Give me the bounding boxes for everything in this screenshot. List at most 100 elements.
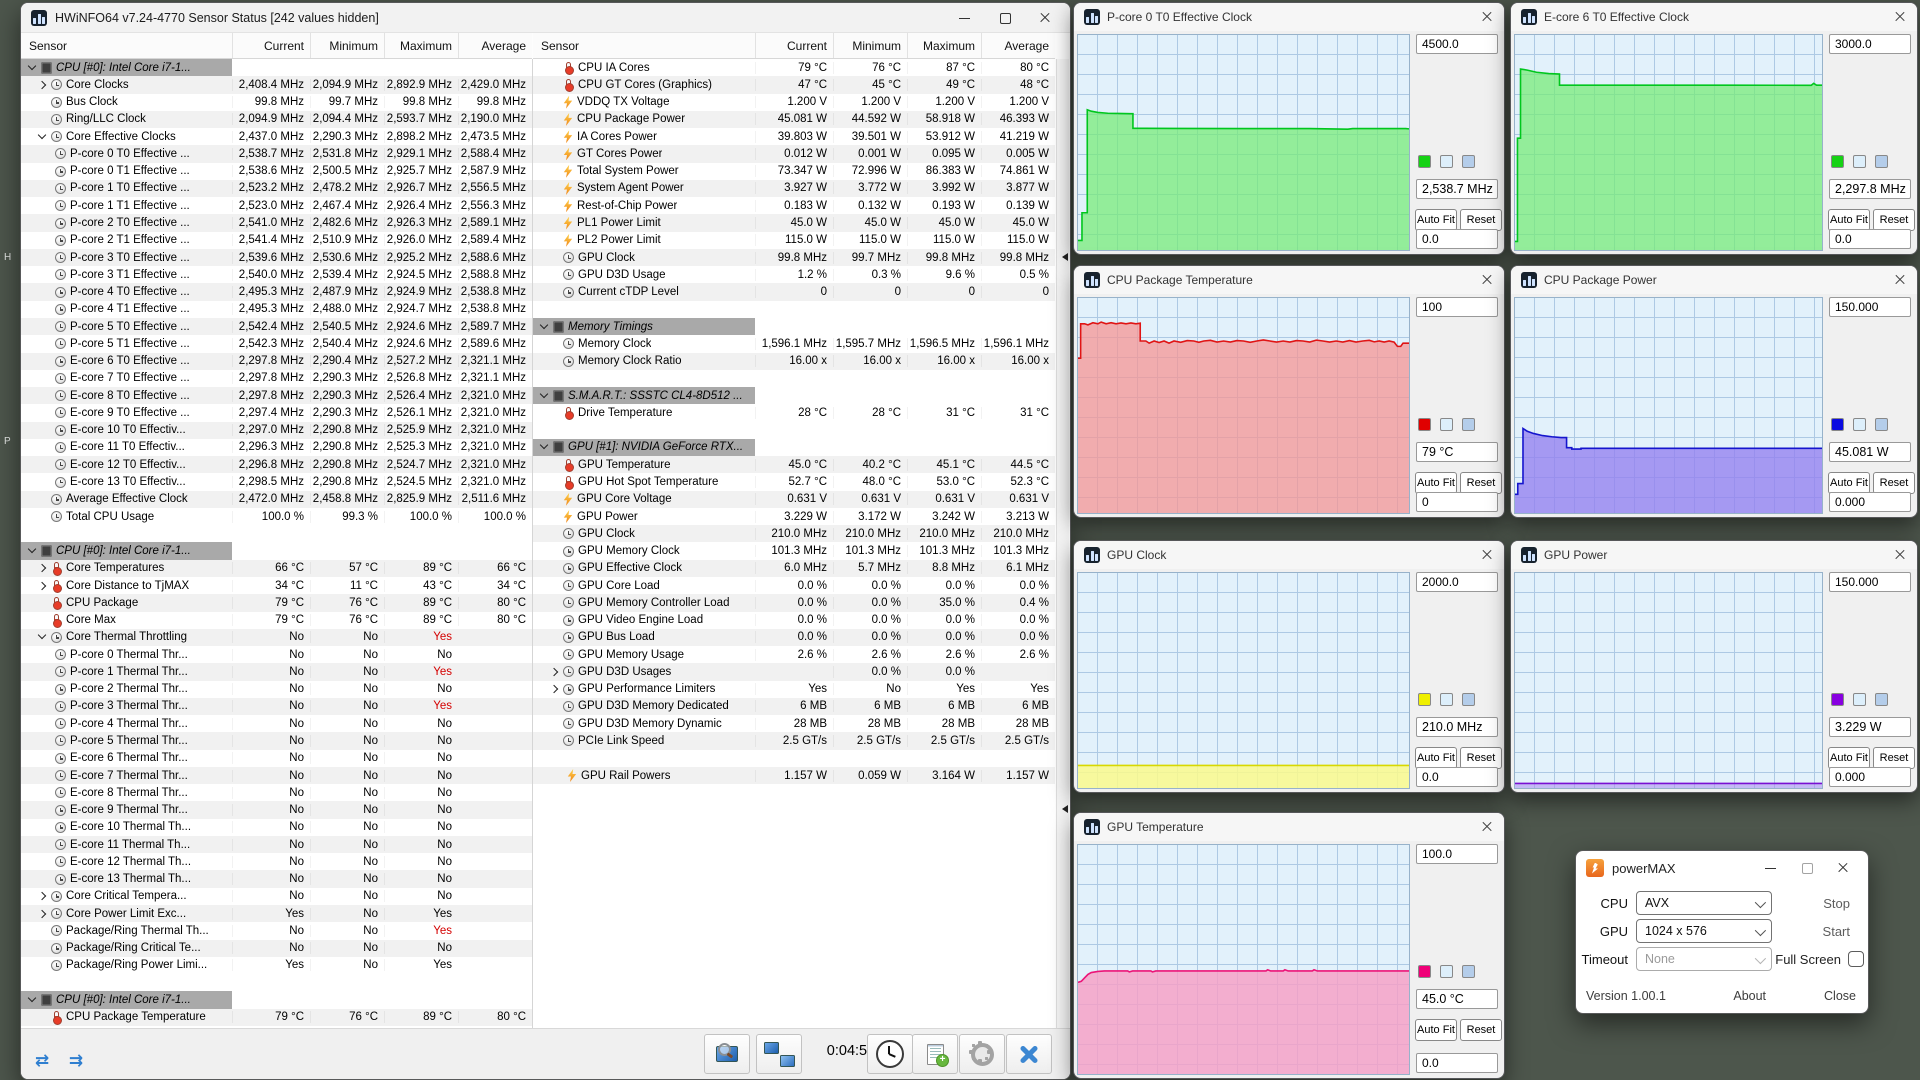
sensor-row[interactable]: E-core 13 Thermal Th... No No No	[21, 870, 532, 888]
sensor-row[interactable]: Core Distance to TjMAX 34 °C 11 °C 43 °C 34 …	[21, 577, 532, 594]
sensor-row[interactable]: Package/Ring Critical Te... No No No	[21, 939, 532, 957]
series-color-swatch[interactable]	[1418, 965, 1431, 978]
sensor-row[interactable]: IA Cores Power 39.803 W 39.501 W 53.912 W 41…	[533, 128, 1055, 145]
chevron-down-icon[interactable]	[27, 63, 37, 73]
sensor-row[interactable]: CPU Package Temperature 79 °C 76 °C 89 °C 80…	[21, 1008, 532, 1026]
sensor-group-row[interactable]: CPU [#0]: Intel Core i7-1...	[21, 59, 532, 77]
sensor-row[interactable]: GPU Video Engine Load 0.0 % 0.0 % 0.0 % 0.0 …	[533, 612, 1055, 629]
sensor-row[interactable]: GPU D3D Memory Dedicated 6 MB 6 MB 6 MB 6 MB	[533, 697, 1055, 716]
auto-fit-button[interactable]: Auto Fit	[1828, 747, 1870, 769]
stop-button[interactable]: Stop	[1823, 896, 1850, 911]
col-average[interactable]: Average	[981, 33, 1055, 58]
y-max-field[interactable]: 150.000	[1829, 572, 1911, 592]
sensor-row[interactable]: E-core 8 T0 Effective ... 2,297.8 MHz 2,29…	[21, 387, 532, 405]
grid-color-swatch[interactable]	[1462, 155, 1475, 168]
chevron-right-icon[interactable]	[549, 684, 559, 694]
grid-color-swatch[interactable]	[1462, 693, 1475, 706]
chevron-down-icon[interactable]	[27, 546, 37, 556]
sensor-row[interactable]: Bus Clock 99.8 MHz 99.7 MHz 99.8 MHz 99.8 MH…	[21, 94, 532, 111]
sensor-row[interactable]: P-core 2 T1 Effective ... 2,541.4 MHz 2,51…	[21, 232, 532, 249]
sensor-row[interactable]: GPU D3D Usages 0.0 % 0.0 %	[533, 663, 1055, 681]
sensor-row[interactable]: Average Effective Clock 2,472.0 MHz 2,458.…	[21, 490, 532, 508]
series-color-swatch[interactable]	[1418, 418, 1431, 431]
sensor-row[interactable]: PCIe Link Speed 2.5 GT/s 2.5 GT/s 2.5 GT/s 2…	[533, 732, 1055, 750]
gpu-resolution-select[interactable]: 1024 x 576	[1636, 919, 1772, 943]
sensor-row[interactable]: E-core 11 T0 Effectiv... 2,296.3 MHz 2,290…	[21, 439, 532, 456]
sensor-row[interactable]: GPU Bus Load 0.0 % 0.0 % 0.0 % 0.0 %	[533, 628, 1055, 647]
timeout-select[interactable]: None	[1636, 947, 1772, 971]
sensor-row[interactable]: GPU D3D Memory Dynamic 28 MB 28 MB 28 MB 28 …	[533, 715, 1055, 732]
sensor-row[interactable]: CPU IA Cores 79 °C 76 °C 87 °C 80 °C	[533, 59, 1055, 76]
graph-title-bar[interactable]: P-core 0 T0 Effective Clock	[1074, 3, 1504, 31]
auto-fit-button[interactable]: Auto Fit	[1828, 472, 1870, 494]
sensor-row[interactable]: P-core 4 T0 Effective ... 2,495.3 MHz 2,48…	[21, 283, 532, 301]
minimize-icon[interactable]	[1764, 861, 1778, 875]
sensor-row[interactable]: GPU Effective Clock 6.0 MHz 5.7 MHz 8.8 MHz…	[533, 559, 1055, 577]
grid-color-swatch[interactable]	[1462, 965, 1475, 978]
col-maximum[interactable]: Maximum	[384, 33, 458, 58]
sensor-row[interactable]: E-core 6 Thermal Thr... No No No	[21, 750, 532, 767]
chevron-down-icon[interactable]	[37, 632, 47, 642]
swap-columns-button[interactable]: ⇄	[27, 1049, 57, 1073]
sensor-row[interactable]: PL2 Power Limit 115.0 W 115.0 W 115.0 W 115.…	[533, 232, 1055, 249]
sensor-row[interactable]: E-core 9 T0 Effective ... 2,297.4 MHz 2,29…	[21, 404, 532, 421]
auto-fit-button[interactable]: Auto Fit	[1415, 472, 1457, 494]
sensor-row[interactable]: Total System Power 73.347 W 72.996 W 86.383…	[533, 163, 1055, 180]
y-max-field[interactable]: 4500.0	[1416, 34, 1498, 54]
auto-fit-button[interactable]: Auto Fit	[1828, 209, 1870, 231]
sensor-row[interactable]: P-core 3 T0 Effective ... 2,539.6 MHz 2,53…	[21, 248, 532, 267]
chevron-right-icon[interactable]	[37, 80, 47, 90]
about-button[interactable]: About	[1733, 989, 1766, 1003]
col-sensor[interactable]: Sensor	[533, 33, 755, 58]
sensor-row[interactable]: GPU Clock 99.8 MHz 99.7 MHz 99.8 MHz 99.8 MH…	[533, 248, 1055, 267]
reset-button[interactable]: Reset	[1873, 209, 1915, 231]
sensor-row[interactable]: P-core 4 Thermal Thr... No No No	[21, 715, 532, 732]
series-color-swatch[interactable]	[1418, 693, 1431, 706]
sensor-row[interactable]: E-core 10 Thermal Th... No No No	[21, 819, 532, 836]
y-max-field[interactable]: 3000.0	[1829, 34, 1911, 54]
sensor-row[interactable]: GPU Performance Limiters Yes No Yes Yes	[533, 681, 1055, 698]
y-min-field[interactable]: 0.0	[1829, 229, 1911, 249]
sensor-row[interactable]: Core Power Limit Exc... Yes No Yes	[21, 905, 532, 923]
sensor-row[interactable]: GPU Power 3.229 W 3.172 W 3.242 W 3.213 W	[533, 508, 1055, 525]
sensor-row[interactable]: E-core 11 Thermal Th... No No No	[21, 835, 532, 854]
sensor-row[interactable]: CPU Package 79 °C 76 °C 89 °C 80 °C	[21, 594, 532, 612]
sensor-row[interactable]: VDDQ TX Voltage 1.200 V 1.200 V 1.200 V 1.20…	[533, 94, 1055, 111]
panel-splitter-strip[interactable]	[1056, 59, 1069, 1029]
col-maximum[interactable]: Maximum	[907, 33, 981, 58]
sensor-row[interactable]: GPU Memory Controller Load 0.0 % 0.0 % 35.0…	[533, 594, 1055, 612]
close-icon[interactable]	[1893, 10, 1907, 24]
sensor-group-row[interactable]: CPU [#0]: Intel Core i7-1...	[21, 991, 532, 1009]
sensor-row[interactable]: P-core 0 T1 Effective ... 2,538.6 MHz 2,50…	[21, 163, 532, 180]
close-icon[interactable]	[1480, 548, 1494, 562]
sensor-row[interactable]: Drive Temperature 28 °C 28 °C 31 °C 31 °C	[533, 404, 1055, 421]
settings-button[interactable]	[959, 1034, 1005, 1074]
y-max-field[interactable]: 150.000	[1829, 297, 1911, 317]
sensor-row[interactable]: Rest-of-Chip Power 0.183 W 0.132 W 0.193 W0…	[533, 197, 1055, 214]
column-header-right[interactable]: Sensor Current Minimum Maximum Average	[533, 33, 1055, 59]
close-icon[interactable]	[1480, 273, 1494, 287]
sensor-group-row[interactable]: S.M.A.R.T.: SSSTC CL4-8D512 ...	[533, 387, 1055, 405]
background-color-swatch[interactable]	[1853, 693, 1866, 706]
reset-button[interactable]: Reset	[1460, 747, 1502, 769]
start-button[interactable]: Start	[1823, 924, 1850, 939]
logging-button[interactable]: +	[912, 1034, 958, 1074]
background-color-swatch[interactable]	[1440, 693, 1453, 706]
grid-color-swatch[interactable]	[1875, 155, 1888, 168]
auto-fit-button[interactable]: Auto Fit	[1415, 1019, 1457, 1041]
sensor-group-row[interactable]: Memory Timings	[533, 317, 1055, 336]
background-color-swatch[interactable]	[1440, 418, 1453, 431]
sensor-row[interactable]: P-core 1 T0 Effective ... 2,523.2 MHz 2,47…	[21, 179, 532, 198]
sensor-row[interactable]: E-core 12 Thermal Th... No No No	[21, 853, 532, 870]
graph-title-bar[interactable]: CPU Package Power	[1511, 266, 1917, 294]
sensor-row[interactable]: Core Clocks 2,408.4 MHz 2,094.9 MHz 2,892.9…	[21, 76, 532, 94]
minimize-icon[interactable]	[958, 11, 972, 25]
reset-clock-button[interactable]	[867, 1034, 913, 1074]
sensor-row[interactable]: E-core 10 T0 Effectiv... 2,297.0 MHz 2,290…	[21, 421, 532, 439]
cpu-load-select[interactable]: AVX	[1636, 891, 1772, 915]
sensor-row[interactable]: Current cTDP Level 0 0 0 0	[533, 283, 1055, 301]
sensor-row[interactable]: GPU Temperature 45.0 °C 40.2 °C 45.1 °C 44.5…	[533, 456, 1055, 474]
sensor-row[interactable]: Memory Clock Ratio 16.00 x 16.00 x 16.00 x1…	[533, 352, 1055, 370]
col-average[interactable]: Average	[458, 33, 532, 58]
sensor-row[interactable]: Core Temperatures 66 °C 57 °C 89 °C 66 °C	[21, 559, 532, 577]
